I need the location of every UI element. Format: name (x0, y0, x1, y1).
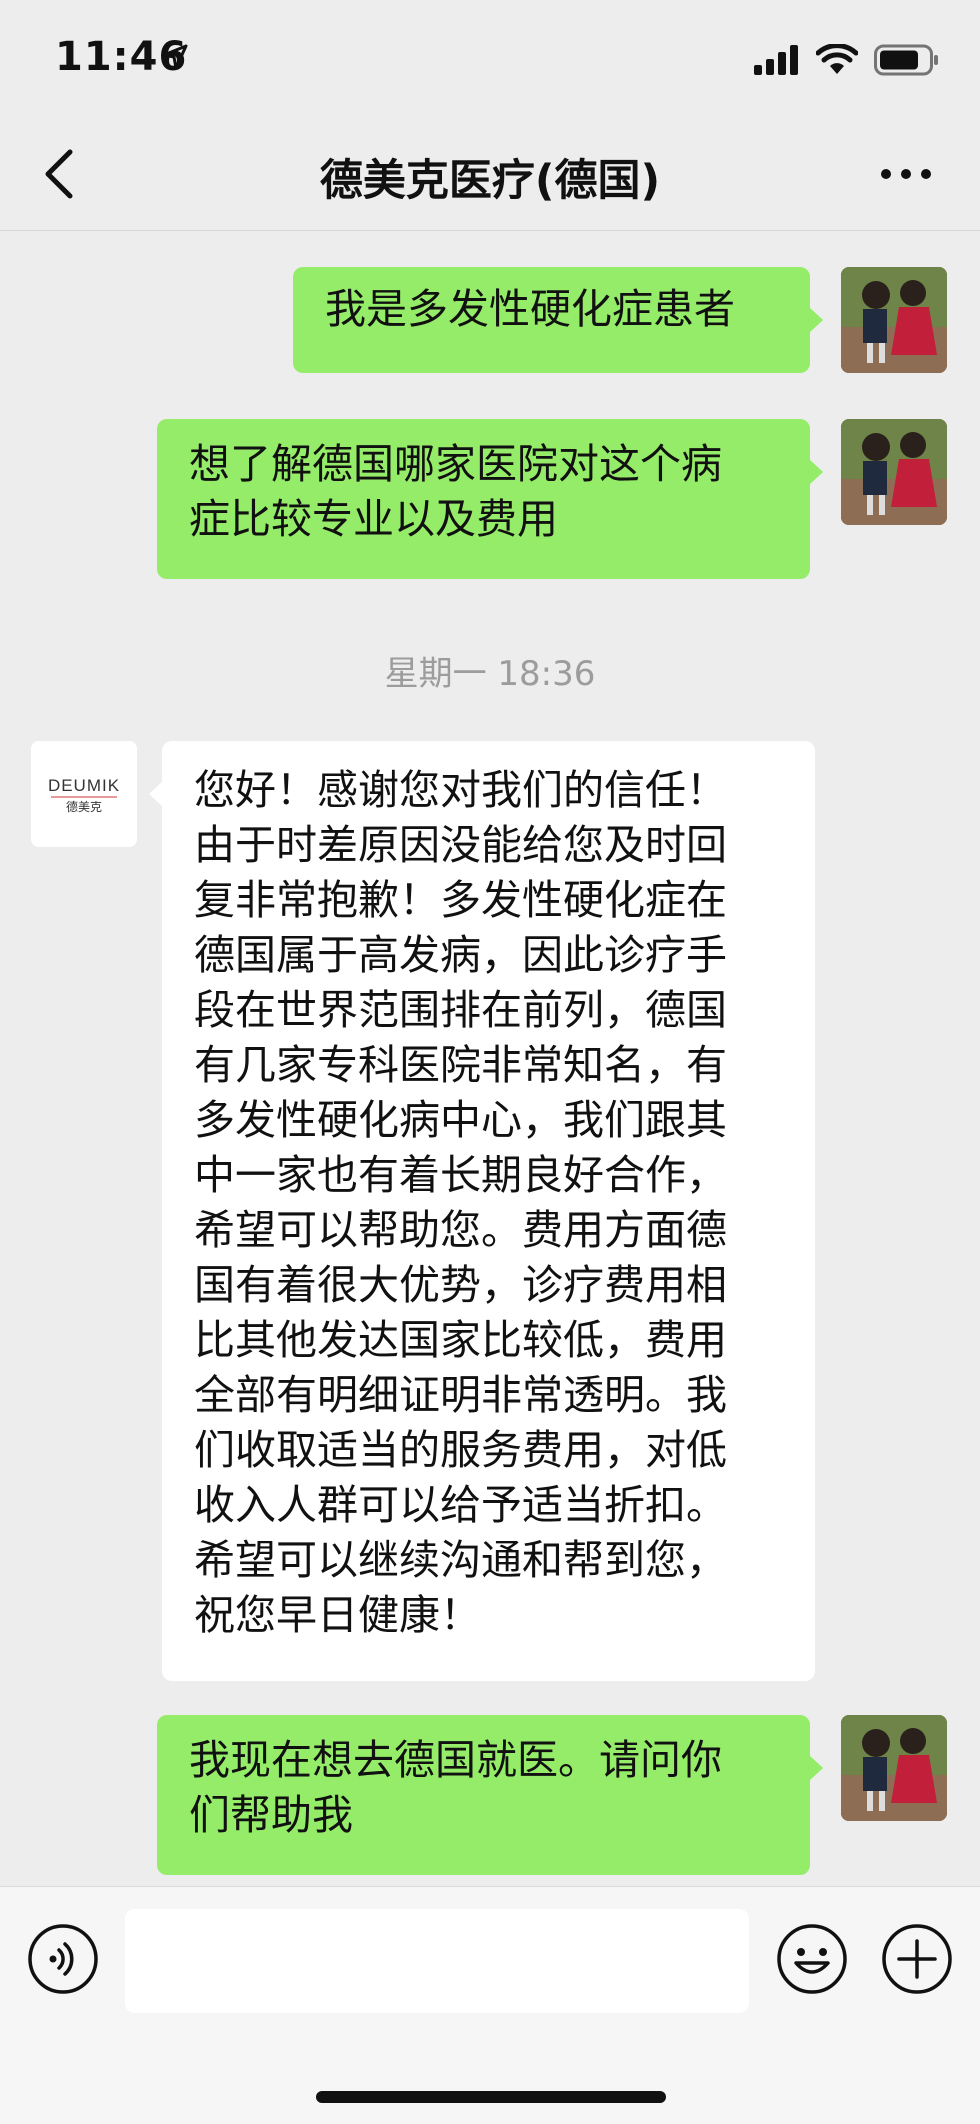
message-text: 我是多发性硬化症患者 (325, 285, 735, 333)
cellular-signal-icon (754, 45, 798, 75)
status-bar: 11:46 (0, 0, 980, 120)
message-input[interactable] (125, 1909, 749, 2013)
message-bubble-outgoing[interactable]: 我是多发性硬化症患者 (293, 267, 823, 373)
message-text: 我现在想去德国就医。请问你 们帮助我 (189, 1736, 722, 1839)
input-bar (0, 1886, 980, 2124)
wifi-icon (816, 44, 858, 74)
nav-bar: 德美克医疗(德国) (0, 120, 980, 231)
logo-brand: DEUMIK (48, 776, 120, 795)
home-indicator[interactable] (316, 2091, 666, 2103)
location-arrow-icon (162, 44, 188, 70)
battery-icon (874, 44, 938, 76)
more-dots-icon[interactable] (880, 164, 932, 184)
message-text: 想了解德国哪家医院对这个病 症比较专业以及费用 (189, 440, 722, 543)
contact-avatar[interactable]: DEUMIK 德美克 (31, 741, 137, 847)
user-avatar-photo (841, 419, 947, 525)
message-bubble-incoming[interactable]: 您好！感谢您对我们的信任！ 由于时差原因没能给您及时回 复非常抱歉！多发性硬化症… (149, 741, 815, 1681)
voice-icon[interactable] (27, 1923, 99, 1995)
user-avatar[interactable] (841, 1715, 947, 1821)
emoji-icon[interactable] (776, 1923, 848, 1995)
user-avatar-photo (841, 267, 947, 373)
user-avatar[interactable] (841, 419, 947, 525)
chat-title: 德美克医疗(德国) (319, 156, 661, 206)
message-text: 您好！感谢您对我们的信任！ 由于时差原因没能给您及时回 复非常抱歉！多发性硬化症… (194, 766, 727, 1639)
chat-area[interactable]: 我是多发性硬化症患者 想了解德国哪家医院对这个病 症比较专业以及费用 星期一 1… (0, 231, 980, 1886)
chat-timestamp: 星期一 18:36 (384, 654, 596, 694)
user-avatar-photo (841, 1715, 947, 1821)
message-bubble-outgoing[interactable]: 我现在想去德国就医。请问你 们帮助我 (157, 1715, 823, 1875)
plus-icon[interactable] (881, 1923, 953, 1995)
deumik-logo: DEUMIK 德美克 (31, 741, 137, 847)
logo-subtitle: 德美克 (66, 799, 102, 814)
user-avatar[interactable] (841, 267, 947, 373)
message-bubble-outgoing[interactable]: 想了解德国哪家医院对这个病 症比较专业以及费用 (157, 419, 823, 579)
